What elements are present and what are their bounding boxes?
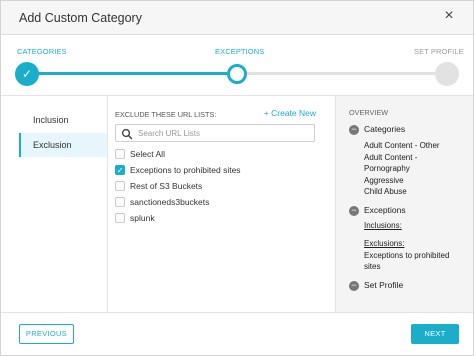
overview-category-item: Aggressive bbox=[364, 176, 404, 185]
list-item-label: Rest of S3 Buckets bbox=[130, 181, 203, 191]
dialog-body: Inclusion Exclusion EXCLUDE THESE URL LI… bbox=[1, 95, 473, 313]
list-item-label: splunk bbox=[130, 213, 155, 223]
collapse-icon[interactable]: − bbox=[349, 281, 359, 291]
checkbox-checked[interactable]: ✓ bbox=[115, 165, 125, 175]
dialog-title: Add Custom Category bbox=[19, 11, 142, 25]
collapse-icon[interactable]: − bbox=[349, 125, 359, 135]
list-item-label: Exceptions to prohibited sites bbox=[130, 165, 241, 175]
list-item-exceptions-to-prohibited-sites[interactable]: ✓ Exceptions to prohibited sites bbox=[115, 162, 325, 178]
url-list-panel: EXCLUDE THESE URL LISTS: + Create New Se… bbox=[109, 96, 334, 312]
dialog-footer: PREVIOUS NEXT bbox=[1, 313, 473, 355]
overview-category-item: Child Abuse bbox=[364, 187, 407, 196]
search-icon bbox=[121, 128, 133, 140]
url-list: Select All ✓ Exceptions to prohibited si… bbox=[115, 146, 325, 226]
exclude-url-lists-heading: EXCLUDE THESE URL LISTS: bbox=[115, 110, 217, 119]
list-item-sanctioneds3buckets[interactable]: sanctioneds3buckets bbox=[115, 194, 325, 210]
stepper-track-pending bbox=[247, 72, 437, 75]
list-item-label: Select All bbox=[130, 149, 165, 159]
stepper-track-completed bbox=[37, 72, 227, 75]
overview-section-label: Categories bbox=[364, 124, 406, 134]
create-new-link[interactable]: + Create New bbox=[264, 108, 316, 118]
step-current-indicator[interactable] bbox=[227, 64, 247, 84]
overview-section-label: Exceptions bbox=[364, 205, 406, 215]
step-pending-indicator[interactable] bbox=[435, 62, 459, 86]
next-button[interactable]: NEXT bbox=[411, 324, 459, 344]
checkbox[interactable] bbox=[115, 149, 125, 159]
list-item-label: sanctioneds3buckets bbox=[130, 197, 210, 207]
step-label-categories: CATEGORIES bbox=[17, 47, 67, 56]
overview-panel: OVERVIEW − Categories Adult Content - Ot… bbox=[335, 96, 473, 312]
close-icon[interactable]: × bbox=[441, 8, 457, 24]
list-item-select-all[interactable]: Select All bbox=[115, 146, 325, 162]
checkbox[interactable] bbox=[115, 197, 125, 207]
search-box bbox=[115, 124, 315, 142]
list-item-splunk[interactable]: splunk bbox=[115, 210, 325, 226]
add-custom-category-dialog: Add Custom Category × CATEGORIES EXCEPTI… bbox=[0, 0, 474, 356]
checkbox[interactable] bbox=[115, 213, 125, 223]
step-label-set-profile: SET PROFILE bbox=[414, 47, 464, 56]
rule-type-nav: Inclusion Exclusion bbox=[1, 96, 108, 312]
overview-section-label: Set Profile bbox=[364, 280, 404, 290]
checkbox[interactable] bbox=[115, 181, 125, 191]
step-label-exceptions: EXCEPTIONS bbox=[215, 47, 265, 56]
progress-stepper: CATEGORIES EXCEPTIONS SET PROFILE ✓ bbox=[1, 36, 473, 94]
overview-category-item: Pornography bbox=[364, 164, 410, 173]
nav-item-exclusion[interactable]: Exclusion bbox=[19, 133, 107, 157]
checkmark-icon[interactable]: ✓ bbox=[15, 62, 39, 86]
dialog-header: Add Custom Category × bbox=[1, 1, 473, 35]
overview-category-item: Adult Content - bbox=[364, 153, 418, 162]
list-item-rest-of-s3-buckets[interactable]: Rest of S3 Buckets bbox=[115, 178, 325, 194]
collapse-icon[interactable]: − bbox=[349, 206, 359, 216]
nav-item-inclusion[interactable]: Inclusion bbox=[19, 108, 107, 132]
overview-inclusions-label: Inclusions: bbox=[364, 221, 402, 230]
previous-button[interactable]: PREVIOUS bbox=[19, 324, 74, 344]
overview-exclusion-item: Exceptions to prohibited bbox=[364, 251, 450, 260]
overview-category-item: Adult Content - Other bbox=[364, 141, 440, 150]
overview-exclusions-label: Exclusions: bbox=[364, 239, 405, 248]
overview-exclusion-item: sites bbox=[364, 262, 381, 271]
search-input[interactable] bbox=[138, 126, 310, 140]
overview-heading: OVERVIEW bbox=[349, 108, 389, 117]
